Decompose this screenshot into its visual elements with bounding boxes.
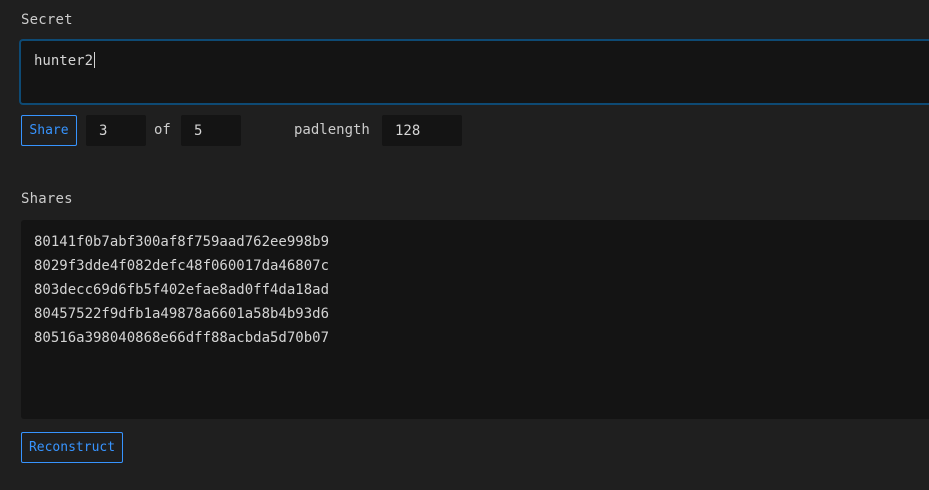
share-line: 8029f3dde4f082defc48f060017da46807c	[34, 258, 330, 274]
threshold-input[interactable]: 3	[86, 115, 146, 146]
shares-label: Shares	[21, 191, 73, 207]
padlength-label: padlength	[294, 122, 370, 138]
secret-label: Secret	[21, 12, 73, 28]
shares-list: 80141f0b7abf300af8f759aad762ee998b9 8029…	[34, 230, 329, 350]
shares-textarea[interactable]: 80141f0b7abf300af8f759aad762ee998b9 8029…	[21, 220, 929, 419]
share-button[interactable]: Share	[21, 115, 77, 146]
reconstruct-button[interactable]: Reconstruct	[21, 432, 123, 463]
share-line: 80457522f9dfb1a49878a6601a58b4b93d6	[34, 306, 330, 322]
total-shares-input[interactable]: 5	[181, 115, 241, 146]
of-label: of	[154, 122, 171, 138]
secret-input-value: hunter2	[34, 52, 96, 69]
padlength-input[interactable]: 128	[382, 115, 462, 146]
share-line: 80141f0b7abf300af8f759aad762ee998b9	[34, 234, 330, 250]
text-caret	[94, 52, 96, 68]
secret-input[interactable]: hunter2	[19, 39, 929, 105]
share-line: 803decc69d6fb5f402efae8ad0ff4da18ad	[34, 282, 330, 298]
share-line: 80516a398040868e66dff88acbda5d70b07	[34, 330, 330, 346]
